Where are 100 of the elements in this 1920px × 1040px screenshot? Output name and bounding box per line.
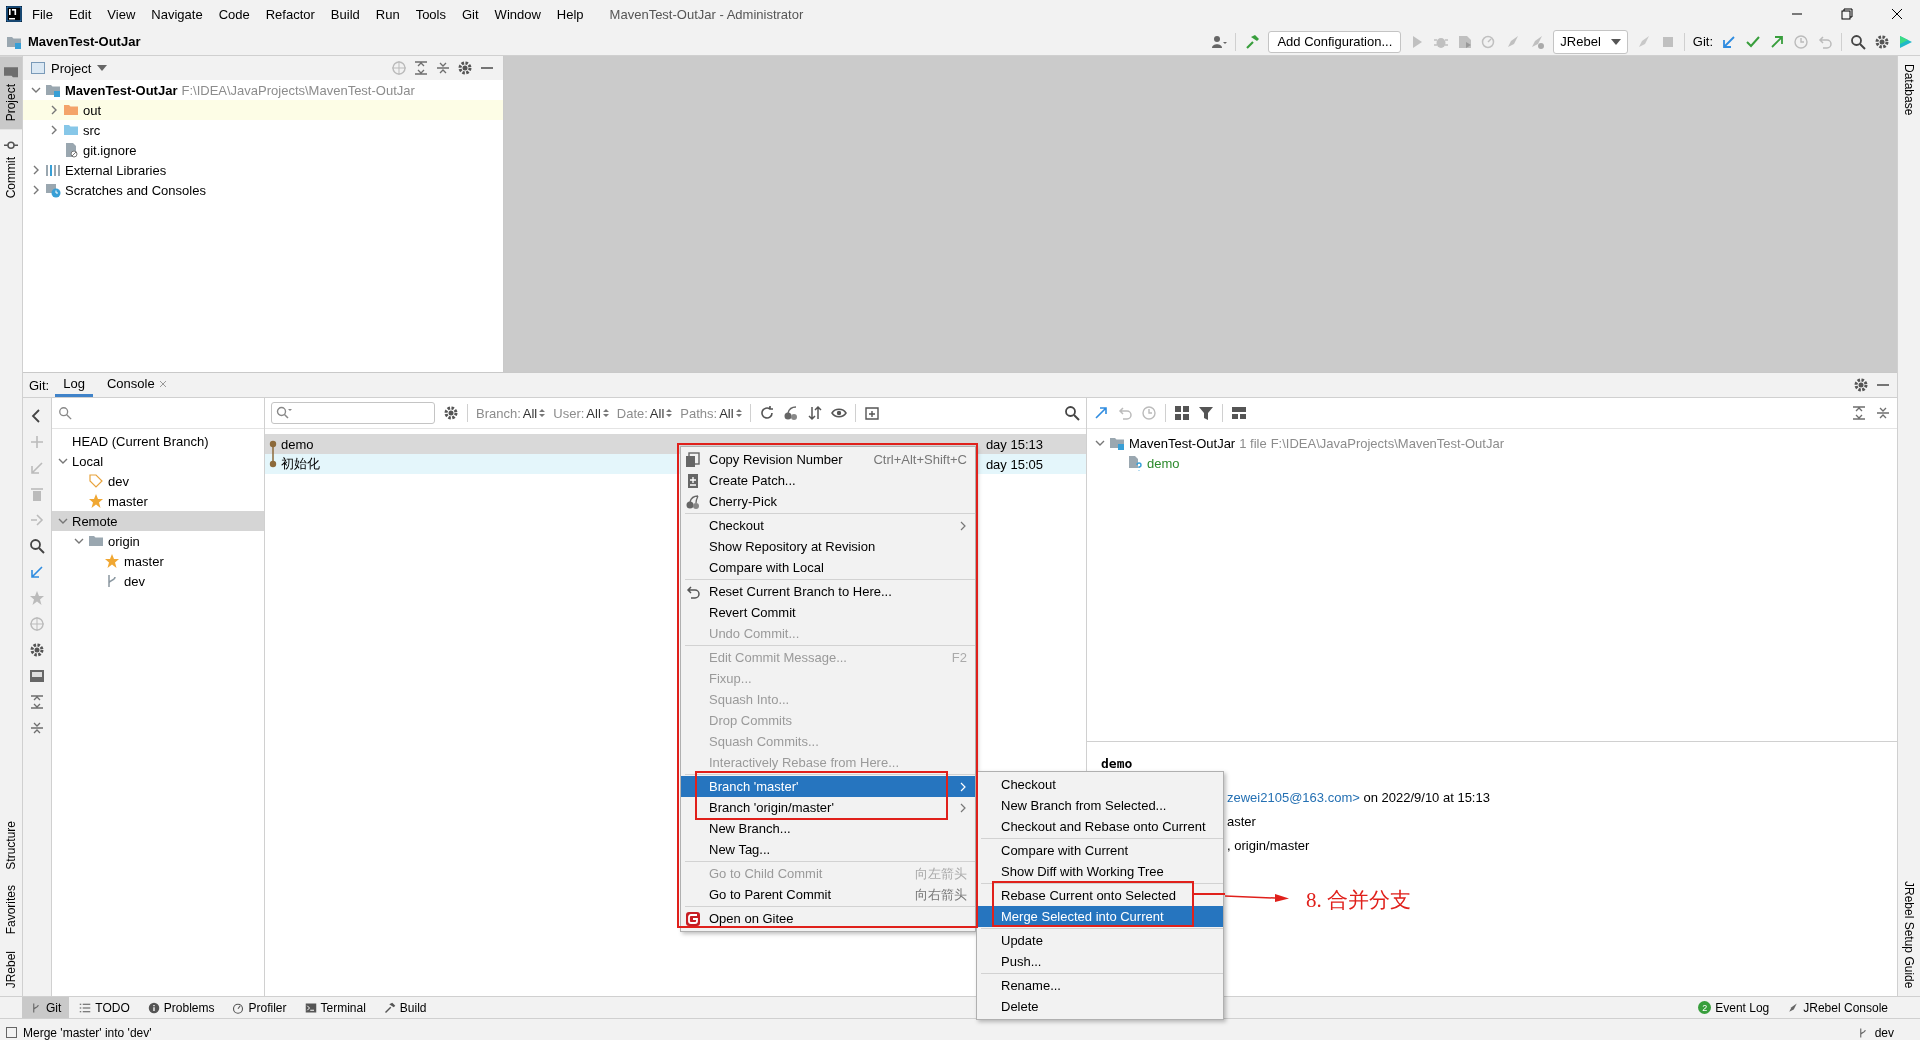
tool-window-button[interactable]: Problems (139, 997, 223, 1018)
commit-message[interactable]: demo (281, 436, 314, 452)
menu-bar-item[interactable]: Window (488, 6, 547, 22)
hammer-icon[interactable] (1244, 33, 1261, 50)
tool-window-tab[interactable]: Database (1898, 56, 1920, 124)
tool-window-button[interactable]: JRebel Console (1779, 997, 1896, 1018)
chevron-down-icon[interactable] (31, 85, 41, 95)
branch-item[interactable]: HEAD (Current Branch) (72, 433, 209, 449)
tree-item[interactable]: MavenTest-OutJar (1129, 435, 1236, 451)
branch-indicator[interactable]: dev (1874, 1025, 1894, 1040)
menu-item[interactable]: Merge Selected into Current (977, 906, 1223, 927)
push-arrow-icon[interactable] (1769, 33, 1785, 50)
menu-bar-item[interactable]: Code (212, 6, 256, 22)
tree-item[interactable]: out (83, 102, 102, 118)
menu-item[interactable]: Branch 'master' (681, 776, 975, 797)
menu-bar-item[interactable]: Refactor (259, 6, 321, 22)
menu-item[interactable]: Create Patch... (681, 470, 975, 491)
tool-window-tab[interactable]: JRebel (0, 942, 22, 996)
branch-item[interactable]: dev (108, 473, 129, 489)
filter-dropdown[interactable]: Branch:All (476, 405, 546, 421)
menu-item[interactable]: Branch 'origin/master' (681, 797, 975, 818)
chevron-down-icon[interactable] (58, 456, 68, 466)
star-icon[interactable] (29, 590, 45, 606)
close-icon[interactable] (1891, 8, 1903, 20)
branch-item[interactable]: origin (108, 533, 140, 549)
settings-icon[interactable] (443, 405, 459, 421)
tool-window-button[interactable]: 2 Event Log (1690, 997, 1778, 1018)
settings-icon[interactable] (29, 642, 45, 658)
menu-item[interactable]: Copy Revision Number Ctrl+Alt+Shift+C (681, 449, 975, 470)
menu-item[interactable]: Revert Commit (681, 602, 975, 623)
settings-icon[interactable] (457, 60, 473, 76)
search-icon[interactable] (29, 538, 45, 554)
tool-window-tab[interactable]: Favorites (0, 877, 22, 943)
filter-dropdown[interactable]: Paths:All (680, 405, 742, 421)
search-icon[interactable] (1064, 405, 1080, 421)
menu-bar-item[interactable]: Edit (62, 6, 98, 22)
chevron-right-icon[interactable] (31, 165, 41, 175)
pin-arrow-icon[interactable] (1093, 405, 1109, 421)
tree-item[interactable]: demo (1147, 455, 1180, 471)
collapse-all-icon[interactable] (435, 60, 451, 76)
breadcrumb[interactable]: MavenTest-OutJar (28, 34, 141, 49)
menu-item[interactable]: Open on Gitee (681, 908, 975, 929)
tree-item[interactable]: External Libraries (65, 162, 167, 178)
tool-window-tab[interactable]: Commit (0, 129, 22, 207)
chevron-right-icon[interactable] (49, 105, 59, 115)
menu-bar-item[interactable]: Run (369, 6, 406, 22)
chevron-right-icon[interactable] (49, 125, 59, 135)
search-icon[interactable] (1850, 33, 1866, 50)
menu-item[interactable]: Checkout and Rebase onto Current (977, 816, 1223, 837)
panel-tab[interactable]: Console (98, 373, 175, 397)
expand-all-icon[interactable] (413, 60, 429, 76)
commit-message[interactable]: 初始化 (281, 455, 320, 473)
search-field[interactable] (271, 402, 435, 424)
chevron-down-icon[interactable] (1095, 438, 1105, 448)
filter-icon[interactable] (1198, 405, 1214, 421)
menu-bar-item[interactable]: View (101, 6, 142, 22)
cherry-icon[interactable] (782, 405, 799, 421)
filter-dropdown[interactable]: Date:All (616, 405, 673, 421)
menu-item[interactable]: Push... (977, 951, 1223, 972)
menu-item[interactable]: Delete (977, 996, 1223, 1017)
menu-item[interactable]: Checkout (681, 515, 975, 536)
menu-item[interactable]: Update (977, 930, 1223, 951)
collapse-all-icon[interactable] (29, 720, 45, 736)
menu-bar-item[interactable]: Help (550, 6, 590, 22)
expand-all-icon[interactable] (1851, 405, 1867, 421)
menu-bar-item[interactable]: Git (456, 6, 485, 22)
tree-item[interactable]: git.ignore (83, 142, 137, 158)
menu-item[interactable]: Rebase Current onto Selected (977, 885, 1223, 906)
menu-item[interactable]: Rename... (977, 975, 1223, 996)
menu-bar-item[interactable]: Tools (409, 6, 452, 22)
update-arrow-icon[interactable] (1721, 33, 1737, 50)
menu-item[interactable]: New Branch... (681, 818, 975, 839)
restore-icon[interactable] (1841, 8, 1853, 20)
menu-item[interactable]: Cherry-Pick (681, 491, 975, 512)
user-dropdown-icon[interactable] (1211, 33, 1228, 50)
menu-bar-item[interactable]: Build (324, 6, 366, 22)
expand-all-icon[interactable] (29, 694, 45, 710)
tool-window-button[interactable]: Build (375, 997, 435, 1018)
chevron-down-icon[interactable] (74, 536, 84, 546)
menu-bar-item[interactable]: Navigate (145, 6, 209, 22)
email-link[interactable]: zewei2105@163.com> (1227, 790, 1360, 805)
branch-item[interactable]: dev (124, 573, 145, 589)
menu-bar-item[interactable]: File (26, 6, 59, 22)
tool-window-button[interactable]: TODO (71, 997, 138, 1018)
menu-item[interactable]: Show Diff with Working Tree (977, 861, 1223, 882)
menu-item[interactable]: New Tag... (681, 839, 975, 860)
collapse-all-icon[interactable] (1875, 405, 1891, 421)
tree-item[interactable]: Scratches and Consoles (65, 182, 206, 198)
menu-item[interactable]: Go to Parent Commit 向右箭头 (681, 884, 975, 905)
tool-window-tab[interactable]: Structure (0, 812, 22, 878)
tool-window-tab[interactable]: JRebel Setup Guide (1898, 872, 1920, 996)
new-tab-icon[interactable] (863, 405, 880, 421)
coverage-icon[interactable] (1457, 33, 1474, 50)
tool-window-button[interactable]: Profiler (224, 997, 295, 1018)
sort-icon[interactable] (806, 405, 823, 421)
menu-item[interactable]: Show Repository at Revision (681, 536, 975, 557)
chevron-right-icon[interactable] (31, 185, 41, 195)
tool-window-button[interactable]: Git (22, 997, 70, 1018)
menu-item[interactable]: Reset Current Branch to Here... (681, 581, 975, 602)
filter-dropdown[interactable]: User:All (553, 405, 609, 421)
